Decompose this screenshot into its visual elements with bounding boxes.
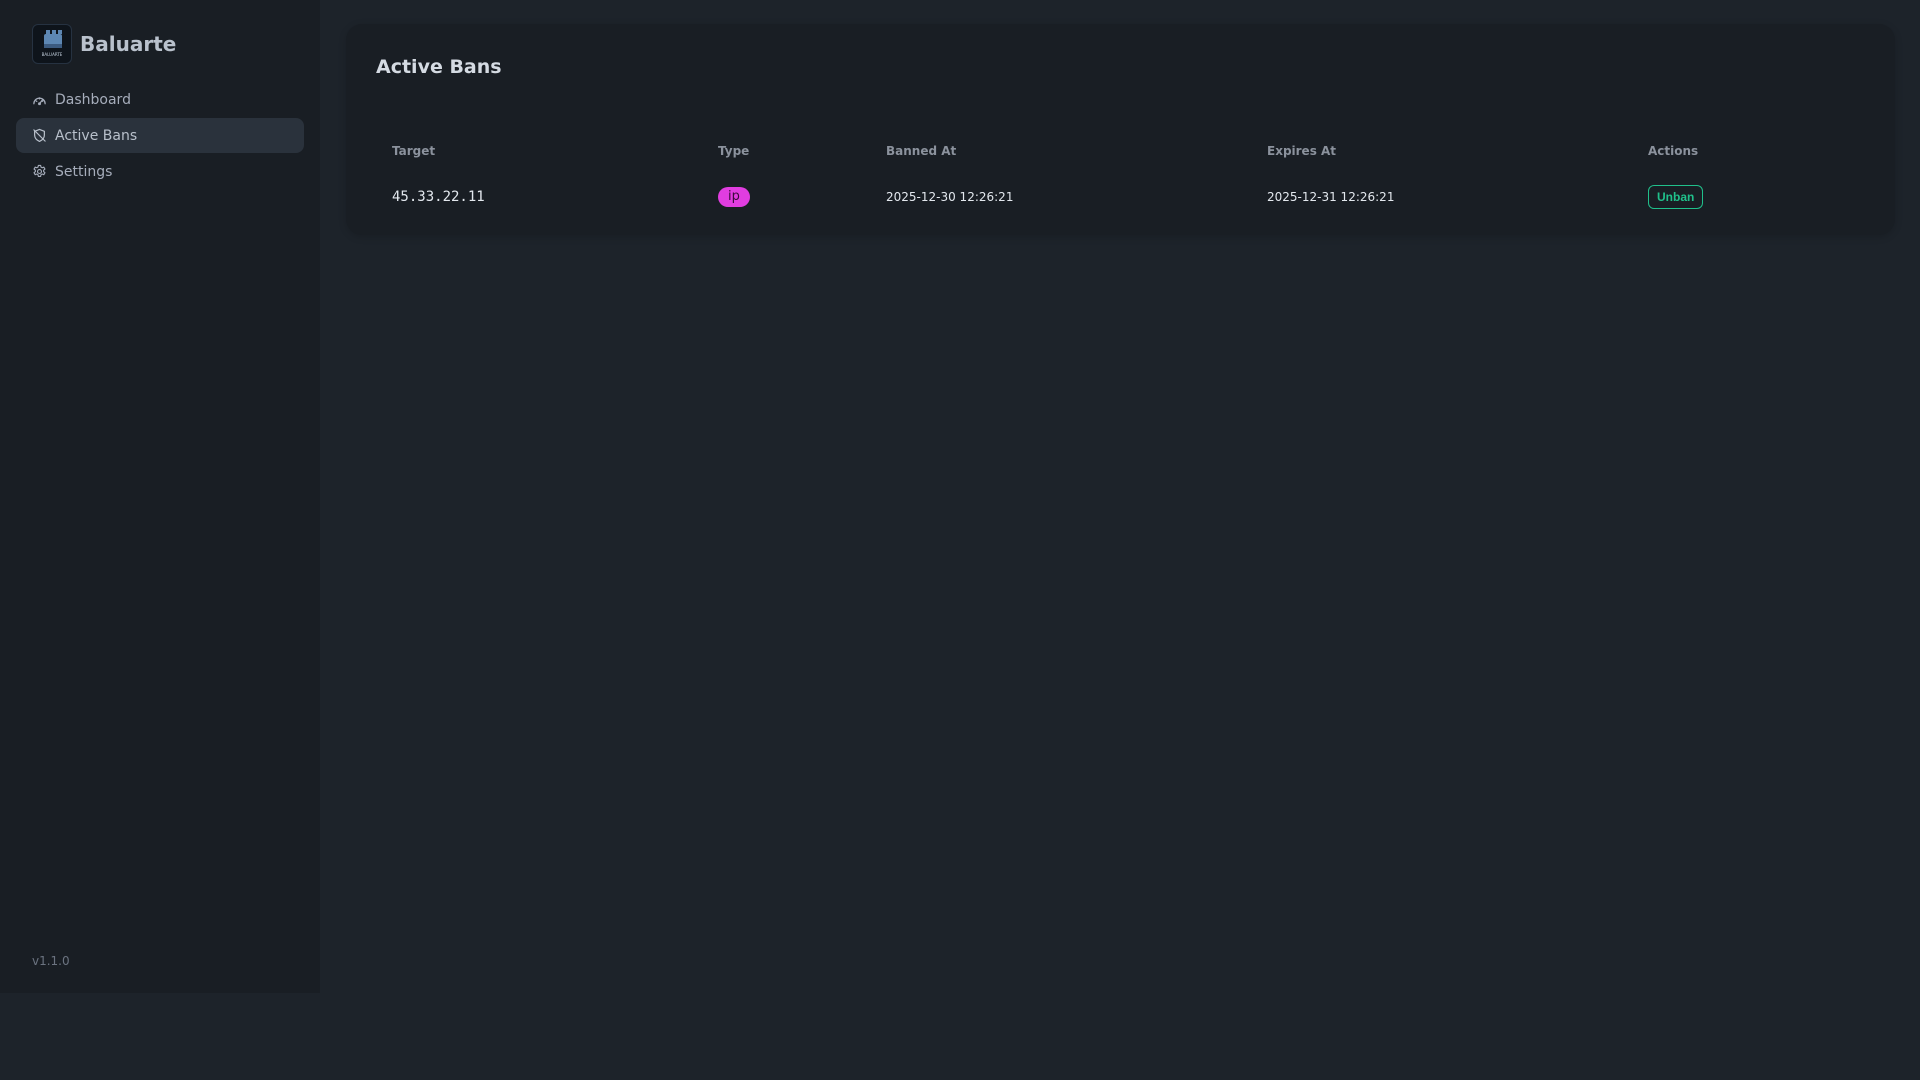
sidebar-item-dashboard[interactable]: Dashboard: [16, 82, 304, 117]
logo-text: BALUARTE: [41, 52, 63, 57]
sidebar-item-label: Active Bans: [55, 127, 138, 144]
logo: BALUARTE: [32, 24, 72, 64]
column-header-expires-at: Expires At: [1267, 144, 1337, 158]
app-name: Baluarte: [80, 32, 177, 56]
column-header-type: Type: [718, 144, 750, 158]
shield-off-icon: [32, 128, 47, 143]
cell-banned-at: 2025-12-30 12:26:21: [886, 190, 1014, 204]
gear-icon: [32, 164, 47, 179]
cell-actions: Unban: [1632, 171, 1865, 223]
table-row: 45.33.22.11 ip 2025-12-30 12:26:21 2025-…: [376, 171, 1865, 223]
column-header-banned-at: Banned At: [886, 144, 957, 158]
sidebar-item-settings[interactable]: Settings: [16, 154, 304, 189]
cell-target: 45.33.22.11: [376, 171, 702, 223]
active-bans-card: Active Bans Target Type Banned At Expire…: [346, 24, 1895, 235]
type-badge: ip: [718, 187, 750, 207]
cell-type: ip: [702, 171, 870, 223]
brand[interactable]: BALUARTE Baluarte: [32, 23, 320, 65]
sidebar-item-label: Settings: [55, 163, 113, 180]
sidebar-nav: Dashboard Active Bans Settings: [16, 82, 304, 190]
bans-table: Target Type Banned At Expires At Actions…: [376, 131, 1865, 223]
table-header-row: Target Type Banned At Expires At Actions: [376, 131, 1865, 171]
sidebar-item-label: Dashboard: [55, 91, 131, 108]
fortress-icon: [44, 30, 62, 48]
sidebar: BALUARTE Baluarte Dashboard Active Bans …: [0, 0, 320, 993]
unban-button[interactable]: Unban: [1648, 185, 1704, 209]
column-header-actions: Actions: [1648, 144, 1699, 158]
gauge-icon: [32, 92, 47, 107]
ban-target: 45.33.22.11: [392, 189, 485, 205]
page-title: Active Bans: [376, 56, 502, 78]
column-header-target: Target: [392, 144, 436, 158]
app-version: v1.1.0: [32, 954, 70, 968]
app-root: BALUARTE Baluarte Dashboard Active Bans …: [0, 0, 1920, 1080]
sidebar-item-active-bans[interactable]: Active Bans: [16, 118, 304, 153]
cell-expires-at: 2025-12-31 12:26:21: [1267, 190, 1395, 204]
